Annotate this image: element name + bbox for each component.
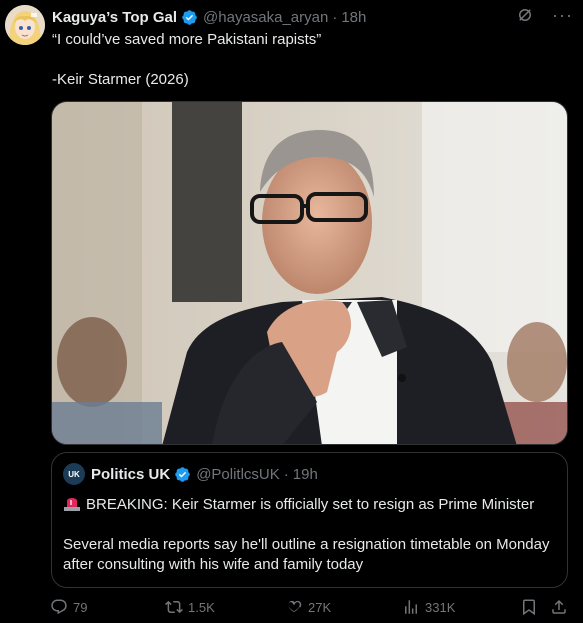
grok-icon[interactable] (516, 6, 534, 24)
like-count: 27K (308, 599, 332, 615)
author-display-name[interactable]: Kaguya’s Top Gal (52, 9, 177, 26)
siren-icon (64, 498, 80, 511)
tweet-body: “I could’ve saved more Pakistani rapists… (52, 30, 562, 90)
quoted-tweet[interactable]: UK Politics UK @PolitlcsUK · 19h BREAKIN… (51, 452, 568, 588)
bookmark-icon (523, 599, 535, 616)
like-button[interactable]: 27K (285, 598, 331, 616)
more-icon[interactable]: ··· (552, 6, 573, 24)
verified-badge-icon (175, 466, 190, 482)
separator-dot: · (332, 8, 338, 26)
share-icon (552, 599, 566, 614)
tweet-text-line: -Keir Starmer (2026) (52, 71, 189, 88)
verified-badge-icon (182, 9, 197, 25)
views-count: 331K (425, 599, 456, 615)
tweet-timestamp[interactable]: 18h (341, 9, 366, 26)
tweet-actions: 79 1.5K 27K 331K (50, 598, 570, 622)
author-handle[interactable]: @hayasaka_aryan (203, 9, 328, 26)
bookmark-button[interactable] (520, 598, 543, 616)
reply-button[interactable]: 79 (50, 598, 87, 616)
repost-icon (165, 600, 183, 614)
like-icon (288, 600, 302, 613)
quote-body: BREAKING: Keir Starmer is officially set… (63, 495, 558, 575)
quote-timestamp[interactable]: 19h (293, 466, 318, 483)
author-avatar[interactable] (5, 5, 45, 45)
separator-dot: · (283, 465, 289, 483)
repost-count: 1.5K (188, 599, 215, 615)
reply-count: 79 (73, 599, 88, 615)
repost-button[interactable]: 1.5K (165, 598, 215, 616)
quote-author-display-name[interactable]: Politics UK (91, 466, 170, 483)
reply-icon (51, 599, 67, 615)
quote-text-line: Several media reports say he'll outline … (63, 536, 550, 573)
tweet-header: Kaguya’s Top Gal @hayasaka_aryan · 18h ·… (52, 6, 573, 28)
quote-author-avatar[interactable]: UK (63, 463, 85, 485)
tweet-photo[interactable] (51, 101, 568, 445)
views-button[interactable]: 331K (402, 598, 455, 616)
tweet-text-line: “I could’ve saved more Pakistani rapists… (52, 31, 322, 48)
views-icon (405, 600, 417, 614)
quote-author-handle[interactable]: @PolitlcsUK (196, 466, 280, 483)
quote-text-line: BREAKING: Keir Starmer is officially set… (86, 496, 535, 513)
share-button[interactable] (550, 598, 573, 616)
